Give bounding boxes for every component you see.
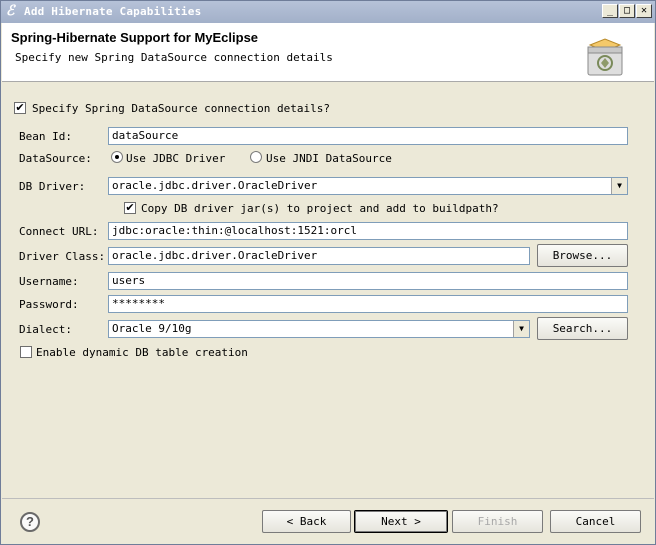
db-driver-value: oracle.jdbc.driver.OracleDriver — [112, 179, 318, 192]
finish-button[interactable]: Finish — [452, 510, 543, 533]
next-button[interactable]: Next > — [354, 510, 448, 533]
window-title: Add Hibernate Capabilities — [24, 5, 202, 18]
specify-datasource-checkbox[interactable]: ✔ — [14, 102, 26, 114]
title-bar[interactable]: ℰ Add Hibernate Capabilities _ □ ✕ — [1, 1, 655, 23]
use-jdbc-label: Use JDBC Driver — [126, 152, 226, 165]
connect-url-label: Connect URL: — [19, 225, 99, 238]
use-jdbc-radio[interactable] — [111, 151, 123, 163]
minimize-button[interactable]: _ — [602, 4, 618, 18]
wizard-footer: ? < Back Next > Finish Cancel — [2, 498, 654, 544]
username-label: Username: — [19, 275, 79, 288]
dynamic-table-label: Enable dynamic DB table creation — [36, 346, 248, 359]
username-input[interactable]: users — [108, 272, 628, 290]
search-button[interactable]: Search... — [537, 317, 628, 340]
dialect-select[interactable]: Oracle 9/10g ▼ — [108, 320, 530, 338]
page-description: Specify new Spring DataSource connection… — [15, 51, 333, 64]
bean-id-label: Bean Id: — [19, 130, 72, 143]
driver-class-label: Driver Class: — [19, 250, 106, 263]
wizard-header: Spring-Hibernate Support for MyEclipse S… — [2, 23, 654, 82]
datasource-label: DataSource: — [19, 152, 92, 165]
connect-url-input[interactable]: jdbc:oracle:thin:@localhost:1521:orcl — [108, 222, 628, 240]
form-area: ✔ Specify Spring DataSource connection d… — [2, 83, 654, 498]
browse-button[interactable]: Browse... — [537, 244, 628, 267]
close-button[interactable]: ✕ — [636, 4, 652, 18]
maximize-button[interactable]: □ — [619, 4, 635, 18]
dialect-value: Oracle 9/10g — [112, 322, 192, 335]
dialog-window: ℰ Add Hibernate Capabilities _ □ ✕ Sprin… — [0, 0, 656, 545]
driver-class-input[interactable]: oracle.jdbc.driver.OracleDriver — [108, 247, 530, 265]
specify-datasource-label: Specify Spring DataSource connection det… — [32, 102, 331, 115]
back-button[interactable]: < Back — [262, 510, 351, 533]
use-jndi-label: Use JNDI DataSource — [266, 152, 392, 165]
hibernate-box-icon — [587, 38, 623, 76]
password-label: Password: — [19, 298, 79, 311]
cancel-button[interactable]: Cancel — [550, 510, 641, 533]
db-driver-label: DB Driver: — [19, 180, 86, 193]
copy-jar-label: Copy DB driver jar(s) to project and add… — [141, 202, 499, 215]
bean-id-input[interactable]: dataSource — [108, 127, 628, 145]
chevron-down-icon[interactable]: ▼ — [611, 178, 627, 194]
dynamic-table-checkbox[interactable] — [20, 346, 32, 358]
chevron-down-icon[interactable]: ▼ — [513, 321, 529, 337]
password-input[interactable]: ******** — [108, 295, 628, 313]
page-title: Spring-Hibernate Support for MyEclipse — [11, 30, 259, 45]
eclipse-icon: ℰ — [6, 3, 15, 19]
dialect-label: Dialect: — [19, 323, 72, 336]
copy-jar-checkbox[interactable]: ✔ — [124, 202, 136, 214]
db-driver-select[interactable]: oracle.jdbc.driver.OracleDriver ▼ — [108, 177, 628, 195]
use-jndi-radio[interactable] — [250, 151, 262, 163]
help-icon[interactable]: ? — [20, 512, 40, 532]
